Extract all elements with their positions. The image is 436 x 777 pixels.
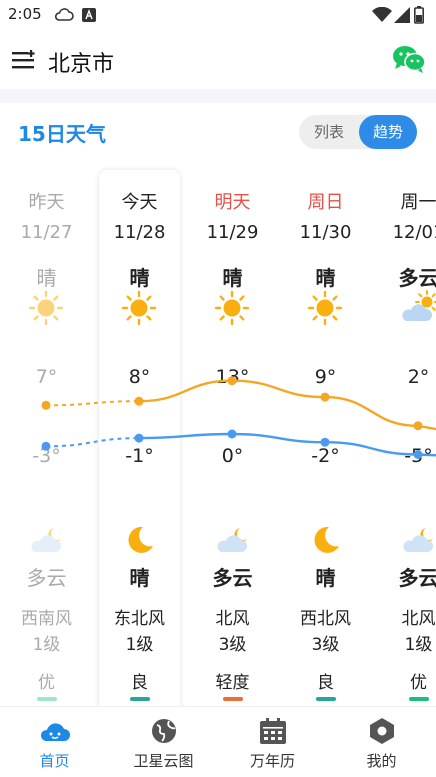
high-temp-point bbox=[413, 421, 423, 431]
view-toggle: 列表 趋势 bbox=[299, 115, 417, 149]
day-weekday: 今天 bbox=[121, 192, 158, 213]
low-temp-point bbox=[134, 433, 144, 443]
temperature-trend-chart bbox=[41, 376, 436, 459]
wind-level: 3级 bbox=[311, 635, 340, 655]
app-bar: 北京市 bbox=[0, 30, 436, 90]
day-weekday: 周日 bbox=[307, 192, 344, 213]
battery-icon bbox=[414, 6, 424, 24]
status-bar: 2:05 bbox=[0, 0, 436, 30]
moon-icon bbox=[121, 522, 157, 562]
day-weekday: 昨天 bbox=[28, 192, 65, 213]
high-temp-line bbox=[138, 379, 436, 431]
night-condition: 多云 bbox=[26, 566, 67, 590]
sun-icon bbox=[121, 290, 157, 330]
day-condition: 晴 bbox=[36, 266, 57, 290]
forecast-title: 15日天气 bbox=[18, 122, 106, 146]
night-condition: 多云 bbox=[212, 566, 253, 590]
high-temp-point bbox=[41, 400, 51, 410]
section-divider bbox=[0, 89, 436, 103]
wechat-share-icon[interactable] bbox=[392, 44, 426, 74]
air-quality-bar bbox=[130, 697, 150, 701]
wind-direction: 东北风 bbox=[114, 609, 165, 629]
day-date: 12/01 bbox=[392, 222, 436, 243]
app-notification-icon bbox=[82, 8, 96, 22]
wifi-icon bbox=[372, 7, 392, 22]
high-temp-point bbox=[227, 376, 237, 386]
air-quality: 良 bbox=[131, 673, 148, 693]
sun-icon bbox=[28, 290, 64, 330]
air-quality: 轻度 bbox=[215, 673, 250, 693]
day-condition: 晴 bbox=[129, 266, 150, 290]
air-quality: 优 bbox=[38, 673, 55, 693]
air-quality-bar bbox=[409, 697, 429, 701]
toggle-trend-button[interactable]: 趋势 bbox=[359, 115, 417, 149]
city-title[interactable]: 北京市 bbox=[48, 46, 114, 78]
low-temp-point bbox=[320, 437, 330, 447]
trend-line-past bbox=[45, 400, 140, 407]
cloud-sun-icon bbox=[400, 290, 436, 330]
low-temp-point bbox=[413, 450, 423, 459]
cloud-moon-icon bbox=[400, 522, 436, 562]
nav-tab-calendar[interactable]: 万年历 bbox=[218, 707, 327, 777]
sun-icon bbox=[214, 290, 250, 330]
menu-add-city-icon[interactable] bbox=[12, 50, 38, 70]
high-temp-point bbox=[320, 392, 330, 402]
low-temp-point bbox=[41, 441, 51, 451]
nav-label-profile: 我的 bbox=[366, 752, 397, 770]
nav-label-calendar: 万年历 bbox=[249, 752, 295, 770]
day-condition: 晴 bbox=[222, 266, 243, 290]
night-condition: 晴 bbox=[129, 566, 150, 590]
day-weekday: 周一 bbox=[400, 192, 436, 213]
wind-level: 3级 bbox=[218, 635, 247, 655]
home-cloud-icon bbox=[40, 723, 70, 741]
cloud-moon-icon bbox=[214, 522, 252, 562]
wind-direction: 西南风 bbox=[21, 609, 72, 629]
wind-level: 1级 bbox=[404, 635, 433, 655]
profile-icon bbox=[370, 718, 394, 744]
high-temp-point bbox=[134, 396, 144, 406]
night-condition: 多云 bbox=[398, 566, 436, 590]
day-date: 11/28 bbox=[113, 222, 166, 243]
day-date: 11/29 bbox=[206, 222, 259, 243]
low-temp-point bbox=[227, 429, 237, 439]
globe-icon bbox=[152, 719, 176, 743]
air-quality-bar bbox=[37, 697, 57, 701]
wind-direction: 西北风 bbox=[300, 609, 351, 629]
trend-line-past bbox=[45, 437, 140, 448]
signal-icon bbox=[394, 7, 410, 23]
air-quality-bar bbox=[316, 697, 336, 701]
nav-tab-satellite[interactable]: 卫星云图 bbox=[109, 707, 218, 777]
wind-level: 1级 bbox=[32, 635, 61, 655]
day-weekday: 明天 bbox=[214, 192, 251, 213]
bottom-nav: 首页 卫星云图 万年历 我的 bbox=[0, 706, 436, 777]
day-date: 11/27 bbox=[20, 222, 73, 243]
moon-icon bbox=[307, 522, 343, 562]
air-quality-bar bbox=[223, 697, 243, 701]
day-date: 11/30 bbox=[299, 222, 352, 243]
wind-level: 1级 bbox=[125, 635, 154, 655]
day-condition: 晴 bbox=[315, 266, 336, 290]
air-quality: 良 bbox=[317, 673, 334, 693]
low-temp-line bbox=[138, 432, 436, 457]
day-condition: 多云 bbox=[398, 266, 436, 290]
nav-tab-profile[interactable]: 我的 bbox=[327, 707, 436, 777]
sun-icon bbox=[307, 290, 343, 330]
nav-tab-home[interactable]: 首页 bbox=[0, 707, 109, 777]
wind-direction: 北风 bbox=[401, 609, 436, 629]
night-condition: 晴 bbox=[315, 566, 336, 590]
nav-label-home: 首页 bbox=[39, 752, 70, 770]
status-time: 2:05 bbox=[8, 5, 42, 23]
air-quality: 优 bbox=[410, 673, 427, 693]
wind-direction: 北风 bbox=[215, 609, 250, 629]
nav-label-satellite: 卫星云图 bbox=[133, 752, 194, 770]
toggle-list-button[interactable]: 列表 bbox=[299, 115, 359, 149]
calendar-icon bbox=[260, 718, 286, 744]
cloud-moon-icon bbox=[28, 522, 66, 562]
cloud-status-icon bbox=[54, 8, 74, 21]
